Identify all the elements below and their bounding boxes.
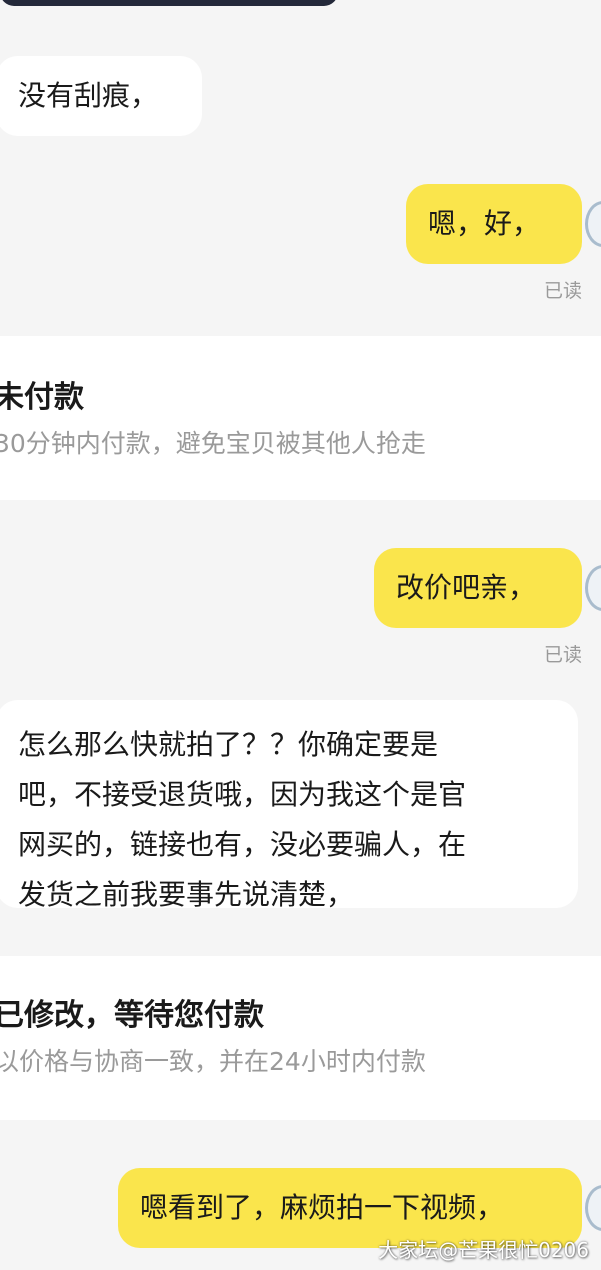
message-line: 怎么那么快就拍了？？你确定要是 bbox=[18, 728, 439, 761]
outgoing-message-bubble[interactable]: 改价吧亲， bbox=[374, 548, 582, 628]
order-status-card[interactable]: 已修改，等待您付款 以价格与协商一致，并在24小时内付款 bbox=[0, 956, 601, 1120]
incoming-message-bubble[interactable]: 怎么那么快就拍了？？你确定要是 吧，不接受退货哦，因为我这个是官 网买的，链接也… bbox=[0, 700, 578, 911]
order-status-subtitle: 以价格与协商一致，并在24小时内付款 bbox=[0, 1047, 426, 1076]
order-status-title: 未付款 bbox=[0, 380, 84, 415]
message-text: 改价吧亲， bbox=[396, 571, 537, 604]
user-avatar[interactable] bbox=[585, 1185, 601, 1231]
outgoing-message-bubble[interactable]: 嗯，好， bbox=[406, 184, 582, 264]
user-avatar[interactable] bbox=[585, 201, 601, 247]
message-text: 嗯，好， bbox=[428, 207, 541, 240]
message-text: 没有刮痕， bbox=[18, 79, 159, 112]
order-status-subtitle: 30分钟内付款，避免宝贝被其他人抢走 bbox=[0, 429, 426, 458]
message-line: 网买的，链接也有，没必要骗人，在 bbox=[18, 828, 467, 861]
message-line: 吧，不接受退货哦，因为我这个是官 bbox=[18, 778, 467, 811]
watermark: 大家坛@芒果很忙0206 bbox=[378, 1238, 589, 1262]
message-line: 发货之前我要事先说清楚， bbox=[18, 878, 355, 911]
read-receipt: 已读 bbox=[543, 644, 582, 666]
read-receipt: 已读 bbox=[543, 280, 582, 302]
chat-screen: 没有刮痕， 嗯，好， 已读 未付款 30分钟内付款，避免宝贝被其他人抢走 改价吧… bbox=[0, 0, 601, 1270]
incoming-message-bubble[interactable]: 没有刮痕， bbox=[0, 56, 202, 136]
message-text: 嗯看到了，麻烦拍一下视频， bbox=[140, 1191, 505, 1224]
product-image-thumbnail[interactable] bbox=[0, 0, 338, 6]
order-status-card[interactable]: 未付款 30分钟内付款，避免宝贝被其他人抢走 bbox=[0, 336, 601, 500]
user-avatar[interactable] bbox=[585, 565, 601, 611]
order-status-title: 已修改，等待您付款 bbox=[0, 998, 264, 1033]
